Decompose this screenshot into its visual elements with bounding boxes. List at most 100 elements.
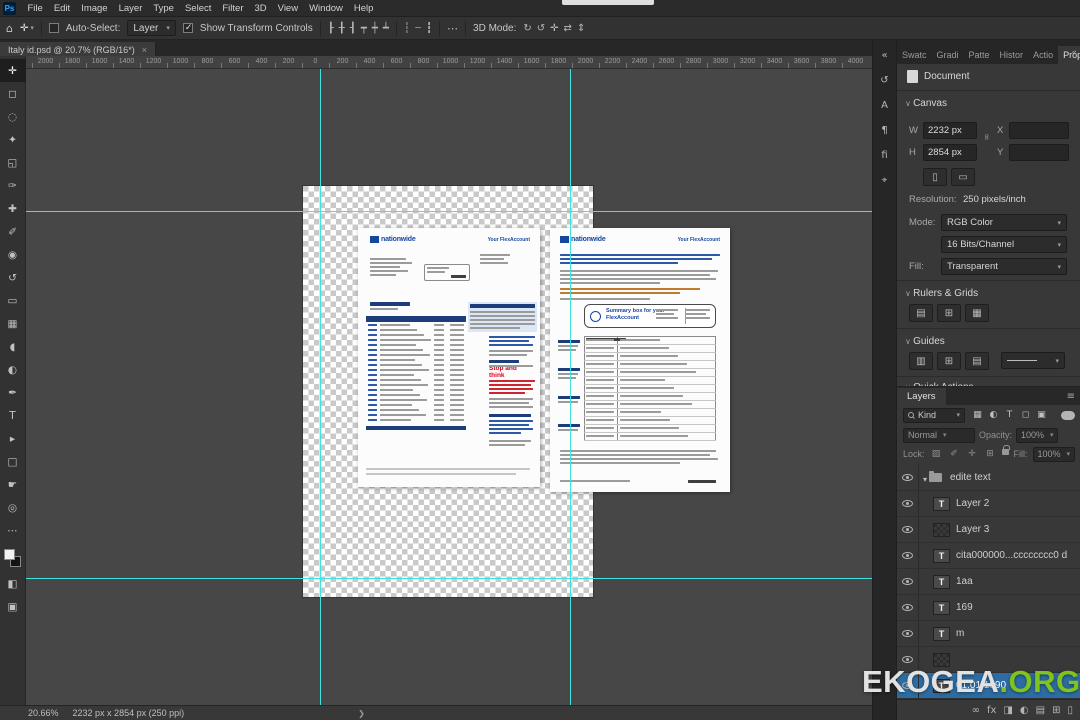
panel-tab-patte[interactable]: Patte [964, 46, 995, 64]
gradient-tool[interactable]: ▦ [0, 312, 26, 335]
quick-selection-tool[interactable]: ✦ [0, 128, 26, 151]
visibility-toggle[interactable] [897, 621, 919, 646]
color-mode-dropdown[interactable]: RGB Color [941, 214, 1067, 231]
align-left-edges-icon[interactable]: ┠ [328, 23, 334, 34]
menu-window[interactable]: Window [304, 0, 349, 17]
glyphs-panel-icon[interactable]: fi [873, 144, 897, 166]
layer-effects-icon[interactable]: fx [987, 705, 996, 716]
paragraph-panel-icon[interactable]: ¶ [873, 119, 897, 141]
snap-icon[interactable]: ▦ [965, 304, 989, 322]
portrait-orientation-button[interactable]: ▯ [923, 168, 947, 186]
show-transform-checkbox[interactable] [182, 22, 193, 33]
guides-section-header[interactable]: Guides [905, 336, 945, 347]
lock-guides-icon[interactable]: ▤ [965, 352, 989, 370]
guide-horizontal-1[interactable] [26, 211, 872, 212]
3d-roll-icon[interactable]: ↺ [537, 23, 545, 34]
opacity-dropdown[interactable]: 100% [1016, 427, 1059, 443]
new-group-icon[interactable]: ▤ [1036, 705, 1045, 716]
filter-smart-objects-icon[interactable]: ▣ [1035, 410, 1048, 420]
lock-position-icon[interactable]: ✛ [966, 449, 979, 459]
shape-tool[interactable]: □ [0, 450, 26, 473]
lasso-tool[interactable]: ◌ [0, 105, 26, 128]
filter-adjustment-layers-icon[interactable]: ◐ [987, 410, 1000, 420]
3d-scale-icon[interactable]: ⇕ [577, 23, 585, 34]
layer-filter-kind-dropdown[interactable]: Kind [903, 407, 965, 423]
lock-all-icon[interactable] [1001, 445, 1010, 455]
layer-row[interactable]: edite text [897, 465, 1080, 491]
eyedropper-tool[interactable]: ✑ [0, 174, 26, 197]
visibility-toggle[interactable] [897, 517, 919, 542]
align-right-edges-icon[interactable]: ┨ [350, 23, 356, 34]
visibility-toggle[interactable] [897, 491, 919, 516]
layer-row[interactable]: Tcita000000...cccccccc0 d [897, 543, 1080, 569]
hand-tool[interactable]: ☛ [0, 473, 26, 496]
height-field[interactable]: 2854 px [923, 144, 977, 161]
menu-layer[interactable]: Layer [113, 0, 148, 17]
screen-mode-icon[interactable]: ▣ [0, 595, 26, 618]
foreground-color-swatch[interactable] [3, 549, 15, 560]
rulers-grids-section-header[interactable]: Rulers & Grids [905, 288, 978, 299]
delete-layer-icon[interactable]: ▯ [1067, 705, 1073, 716]
align-bottom-edges-icon[interactable]: ┷ [383, 23, 389, 34]
layer-row[interactable]: T 169 [897, 595, 1080, 621]
pen-tool[interactable]: ✒ [0, 381, 26, 404]
panel-tab-swatc[interactable]: Swatc [897, 46, 932, 64]
history-panel-icon[interactable]: ↺ [873, 69, 897, 91]
blend-mode-dropdown[interactable]: Normal [903, 427, 975, 443]
visibility-toggle[interactable] [897, 465, 919, 490]
color-swatches[interactable] [0, 548, 26, 572]
zoom-tool[interactable]: ◎ [0, 496, 26, 519]
menu-view[interactable]: View [272, 0, 303, 17]
menu-edit[interactable]: Edit [48, 0, 75, 17]
edit-toolbar-icon[interactable]: ⋯ [0, 519, 26, 542]
guide-horizontal-2[interactable] [26, 578, 872, 579]
dodge-tool[interactable]: ◐ [0, 358, 26, 381]
move-tool[interactable]: ✛ [0, 59, 26, 82]
home-icon[interactable]: ⌂ [6, 22, 13, 35]
canvas-section-header[interactable]: Canvas [905, 98, 947, 109]
photoshop-logo-icon[interactable]: Ps [3, 1, 16, 15]
layer-row[interactable]: T 1aa [897, 569, 1080, 595]
filter-shape-layers-icon[interactable]: ◻ [1019, 410, 1032, 420]
align-vertical-centers-icon[interactable]: ┿ [372, 23, 378, 34]
link-layers-icon[interactable]: ∞ [972, 705, 980, 716]
history-brush-tool[interactable]: ↺ [0, 266, 26, 289]
bit-depth-dropdown[interactable]: 16 Bits/Channel [941, 236, 1067, 253]
add-layer-mask-icon[interactable]: ◨ [1003, 705, 1012, 716]
more-options-icon[interactable]: ⋯ [447, 22, 458, 35]
menu-3d[interactable]: 3D [249, 0, 272, 17]
panel-tab-actio[interactable]: Actio [1028, 46, 1058, 64]
lock-artboard-icon[interactable]: ⊞ [984, 449, 997, 459]
status-options-icon[interactable]: ❯ [358, 709, 365, 718]
toggle-rulers-icon[interactable]: ▤ [909, 304, 933, 322]
zoom-level-field[interactable]: 20.66% [28, 708, 59, 718]
close-tab-icon[interactable]: × [142, 45, 147, 55]
distribute-horizontal-icon[interactable]: ┆ [404, 23, 410, 34]
link-dimensions-icon[interactable]: ∞ [981, 133, 991, 141]
guide-layout-icon[interactable]: ⊞ [937, 352, 961, 370]
layer-row[interactable]: Tm [897, 621, 1080, 647]
type-tool[interactable]: T [0, 404, 26, 427]
expand-collapse-icon[interactable] [923, 469, 927, 487]
character-panel-icon[interactable]: A [873, 94, 897, 116]
layer-row[interactable]: Layer 3 [897, 517, 1080, 543]
layer-row[interactable]: T Layer 2 [897, 491, 1080, 517]
align-top-edges-icon[interactable]: ┯ [361, 23, 367, 34]
align-horizontal-centers-icon[interactable]: ╂ [339, 23, 345, 34]
menu-select[interactable]: Select [179, 0, 216, 17]
eraser-tool[interactable]: ▭ [0, 289, 26, 312]
menu-image[interactable]: Image [76, 0, 113, 17]
visibility-toggle[interactable] [897, 569, 919, 594]
3d-drag-icon[interactable]: ✛ [550, 23, 558, 34]
tab-layers[interactable]: Layers [897, 388, 946, 405]
new-adjustment-layer-icon[interactable]: ◐ [1020, 705, 1029, 716]
rectangular-marquee-tool[interactable]: ◻ [0, 82, 26, 105]
panel-menu-icon[interactable]: ≡ [1067, 391, 1075, 402]
collapse-dock-icon[interactable]: « [1071, 48, 1077, 58]
new-guide-icon[interactable]: ▥ [909, 352, 933, 370]
distribute-vertical-icon[interactable]: ┄ [415, 23, 421, 34]
collapse-panels-icon[interactable]: « [873, 44, 897, 66]
horizontal-ruler[interactable]: 2000 1800 1600 1400 1200 1000 800 600 400 200 0 200… [26, 56, 872, 69]
menu-help[interactable]: Help [348, 0, 379, 17]
crop-tool[interactable]: ◱ [0, 151, 26, 174]
